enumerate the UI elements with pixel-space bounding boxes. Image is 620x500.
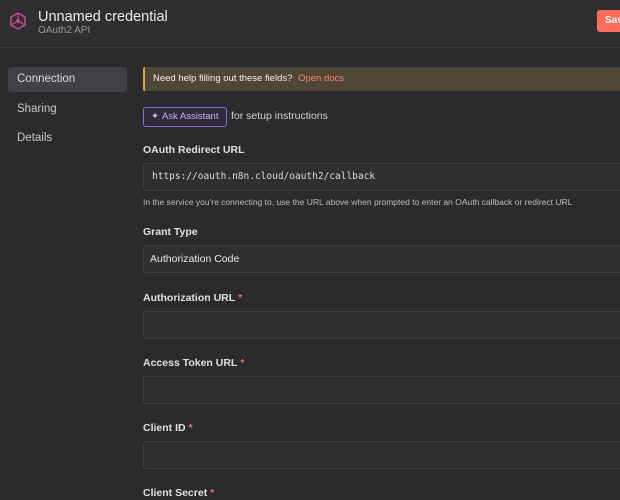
client-secret-label: Client Secret * xyxy=(143,487,214,499)
authorization-url-label: Authorization URL * xyxy=(143,292,242,304)
access-token-url-input[interactable] xyxy=(143,376,620,404)
client-secret-label-text: Client Secret xyxy=(143,487,208,499)
redirect-url-field[interactable]: https://oauth.n8n.cloud/oauth2/callback xyxy=(143,163,620,191)
assistant-note: for setup instructions xyxy=(231,110,328,122)
authorization-url-input[interactable] xyxy=(143,311,620,339)
open-docs-link[interactable]: Open docs xyxy=(298,73,344,84)
client-id-input[interactable] xyxy=(143,441,620,469)
help-banner-text: Need help filling out these fields? xyxy=(153,73,293,84)
client-id-label: Client ID * xyxy=(143,422,193,434)
required-marker: * xyxy=(188,422,193,434)
ask-assistant-button[interactable]: ✦ Ask Assistant xyxy=(143,107,227,127)
grant-type-select[interactable]: Authorization Code xyxy=(143,245,620,273)
access-token-url-label: Access Token URL * xyxy=(143,357,244,369)
sidebar-item-connection[interactable]: Connection xyxy=(8,67,127,92)
credential-type: OAuth2 API xyxy=(38,25,91,36)
grant-type-label: Grant Type xyxy=(143,226,198,238)
access-token-url-label-text: Access Token URL xyxy=(143,357,238,369)
redirect-url-label: OAuth Redirect URL xyxy=(143,144,245,156)
credential-form: Need help filling out these fields? Open… xyxy=(143,49,620,500)
credential-header: Unnamed credential OAuth2 API Save xyxy=(0,0,620,48)
required-marker: * xyxy=(240,357,245,369)
save-button[interactable]: Save xyxy=(597,10,620,32)
client-id-label-text: Client ID xyxy=(143,422,186,434)
sidebar-item-details[interactable]: Details xyxy=(8,126,127,151)
authorization-url-label-text: Authorization URL xyxy=(143,292,236,304)
sidebar: Connection Sharing Details xyxy=(0,49,136,500)
n8n-logo-icon xyxy=(10,12,26,30)
redirect-url-help: In the service you're connecting to, use… xyxy=(143,197,573,207)
sparkle-icon: ✦ xyxy=(151,111,159,122)
required-marker: * xyxy=(238,292,243,304)
ask-assistant-label: Ask Assistant xyxy=(161,111,219,122)
credential-title[interactable]: Unnamed credential xyxy=(38,9,168,25)
sidebar-item-sharing[interactable]: Sharing xyxy=(8,97,127,122)
required-marker: * xyxy=(210,487,215,499)
help-banner: Need help filling out these fields? Open… xyxy=(143,67,620,91)
